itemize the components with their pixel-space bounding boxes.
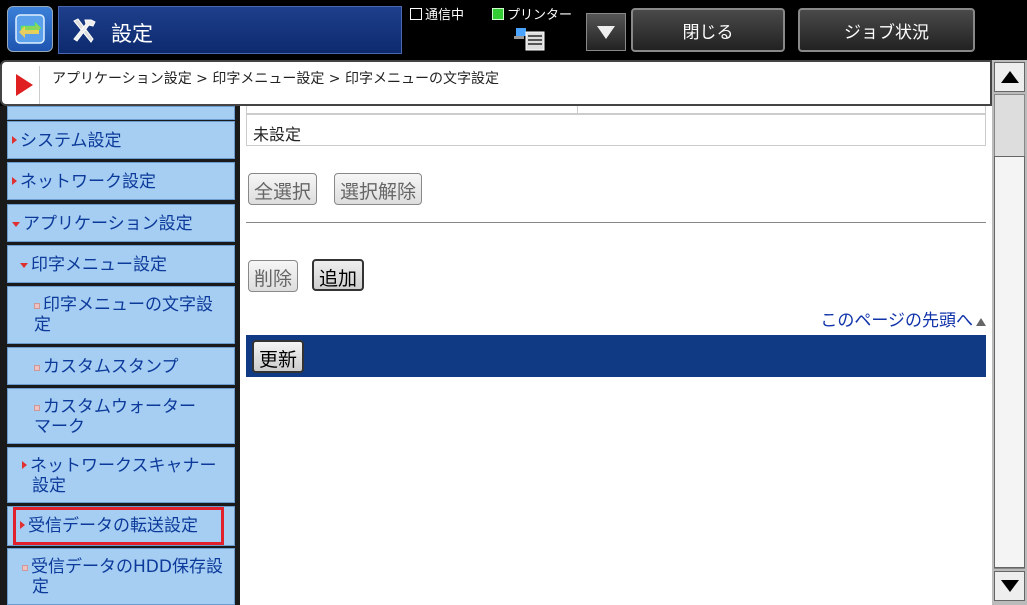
scroll-down-button[interactable]: [994, 571, 1025, 601]
sidebar-item-network-settings[interactable]: ネットワーク設定: [7, 162, 235, 200]
sidebar-item-label: システム設定: [20, 131, 122, 151]
bullet-square-icon: [22, 565, 28, 571]
bullet-square-icon: [34, 303, 40, 309]
caret-right-icon: [20, 521, 25, 529]
sidebar-item-label: アプリケーション設定: [23, 214, 193, 234]
communication-status: 通信中: [410, 4, 464, 23]
scroll-up-button[interactable]: [994, 62, 1025, 92]
sidebar-item-label: カスタムスタンプ: [43, 357, 179, 377]
dropdown-button[interactable]: [586, 13, 626, 51]
deselect-button[interactable]: 選択解除: [334, 173, 423, 205]
add-button[interactable]: 追加: [312, 259, 365, 291]
arrow-up-icon: [1000, 71, 1019, 83]
home-button[interactable]: [7, 6, 53, 52]
update-bar: 更新: [246, 335, 986, 377]
sidebar-item-custom-watermark[interactable]: カスタムウォーター マーク: [7, 388, 235, 444]
status-checkbox-icon: [410, 8, 422, 20]
update-button[interactable]: 更新: [252, 340, 305, 373]
top-bar: 設定 通信中 プリンター 閉じる ジョブ状況: [0, 0, 1027, 58]
page-top-link-label: このページの先頭へ: [820, 311, 973, 331]
caret-down-icon: [12, 222, 20, 227]
breadcrumb: アプリケーション設定 > 印字メニュー設定 > 印字メニューの文字設定: [0, 60, 992, 106]
sidebar-item-partial: [7, 106, 235, 120]
sidebar-item-system-settings[interactable]: システム設定: [7, 121, 235, 159]
triangle-down-icon: [597, 26, 615, 39]
tools-icon: [73, 18, 96, 43]
sidebar-item-print-menu-text-settings[interactable]: 印字メニューの文字設定: [7, 286, 235, 344]
sidebar-item-received-data-hdd-save[interactable]: 受信データのHDD保存設定: [7, 548, 235, 605]
sidebar-item-label: 受信データのHDD保存設: [31, 557, 223, 577]
breadcrumb-toggle-button[interactable]: [8, 66, 40, 104]
sidebar-item-print-menu-settings[interactable]: 印字メニュー設定: [7, 245, 235, 283]
unset-value-field: 未設定: [246, 114, 986, 146]
scroll-thumb[interactable]: [994, 156, 1025, 568]
caret-right-icon: [12, 136, 17, 144]
divider: [246, 222, 986, 223]
select-all-button[interactable]: 全選択: [248, 173, 318, 205]
sidebar-item-label-line2: 定: [32, 577, 49, 597]
sidebar-item-custom-stamp[interactable]: カスタムスタンプ: [7, 347, 235, 385]
caret-right-icon: [22, 461, 27, 469]
sidebar-item-label: ネットワーク設定: [20, 172, 156, 192]
sidebar-item-label: 印字メニュー設定: [31, 255, 167, 275]
bullet-square-icon: [34, 405, 40, 411]
scrollbar[interactable]: [992, 60, 1027, 605]
printer-label: プリンター: [507, 8, 573, 23]
triangle-up-icon: [976, 318, 986, 326]
highlight-box: 受信データの転送設定: [13, 507, 224, 545]
caret-right-icon: [12, 177, 17, 185]
sidebar-item-label-line2: 定: [34, 315, 51, 335]
printer-icon: [514, 28, 545, 51]
caret-down-icon: [20, 263, 28, 268]
play-icon: [15, 74, 33, 96]
status-label: 通信中: [425, 8, 465, 23]
bullet-square-icon: [34, 365, 40, 371]
printer-status: プリンター: [492, 4, 572, 23]
breadcrumb-text: アプリケーション設定 > 印字メニュー設定 > 印字メニューの文字設定: [52, 71, 499, 87]
refresh-icon: [15, 14, 45, 44]
delete-button[interactable]: 削除: [248, 260, 299, 292]
sidebar-item-label-line2: マーク: [34, 417, 85, 437]
sidebar-item-label: ネットワークスキャナー: [30, 456, 217, 476]
table-row-partial: [246, 106, 986, 114]
sidebar-item-label: 受信データの転送設定: [28, 516, 198, 536]
arrow-down-icon: [1000, 580, 1019, 592]
close-button[interactable]: 閉じる: [631, 8, 785, 52]
page-top-link[interactable]: このページの先頭へ: [820, 306, 986, 331]
sidebar-item-received-data-forwarding[interactable]: 受信データの転送設定: [7, 506, 235, 546]
job-status-button[interactable]: ジョブ状況: [798, 8, 975, 52]
sidebar-item-label-line2: 設定: [32, 476, 66, 496]
sidebar-item-application-settings[interactable]: アプリケーション設定: [7, 204, 235, 242]
title-box: 設定: [58, 6, 402, 54]
page-title: 設定: [111, 22, 153, 46]
main-content: 未設定 全選択 選択解除 削除 追加 このページの先頭へ 更新: [240, 106, 992, 605]
sidebar-item-label: 印字メニューの文字設: [43, 295, 213, 315]
sidebar: システム設定 ネットワーク設定 アプリケーション設定 印字メニュー設定 印字メニ…: [0, 106, 240, 605]
printer-check-icon: [492, 8, 504, 20]
sidebar-item-label: カスタムウォーター: [43, 397, 196, 417]
sidebar-item-network-scanner-settings[interactable]: ネットワークスキャナー 設定: [7, 447, 235, 503]
